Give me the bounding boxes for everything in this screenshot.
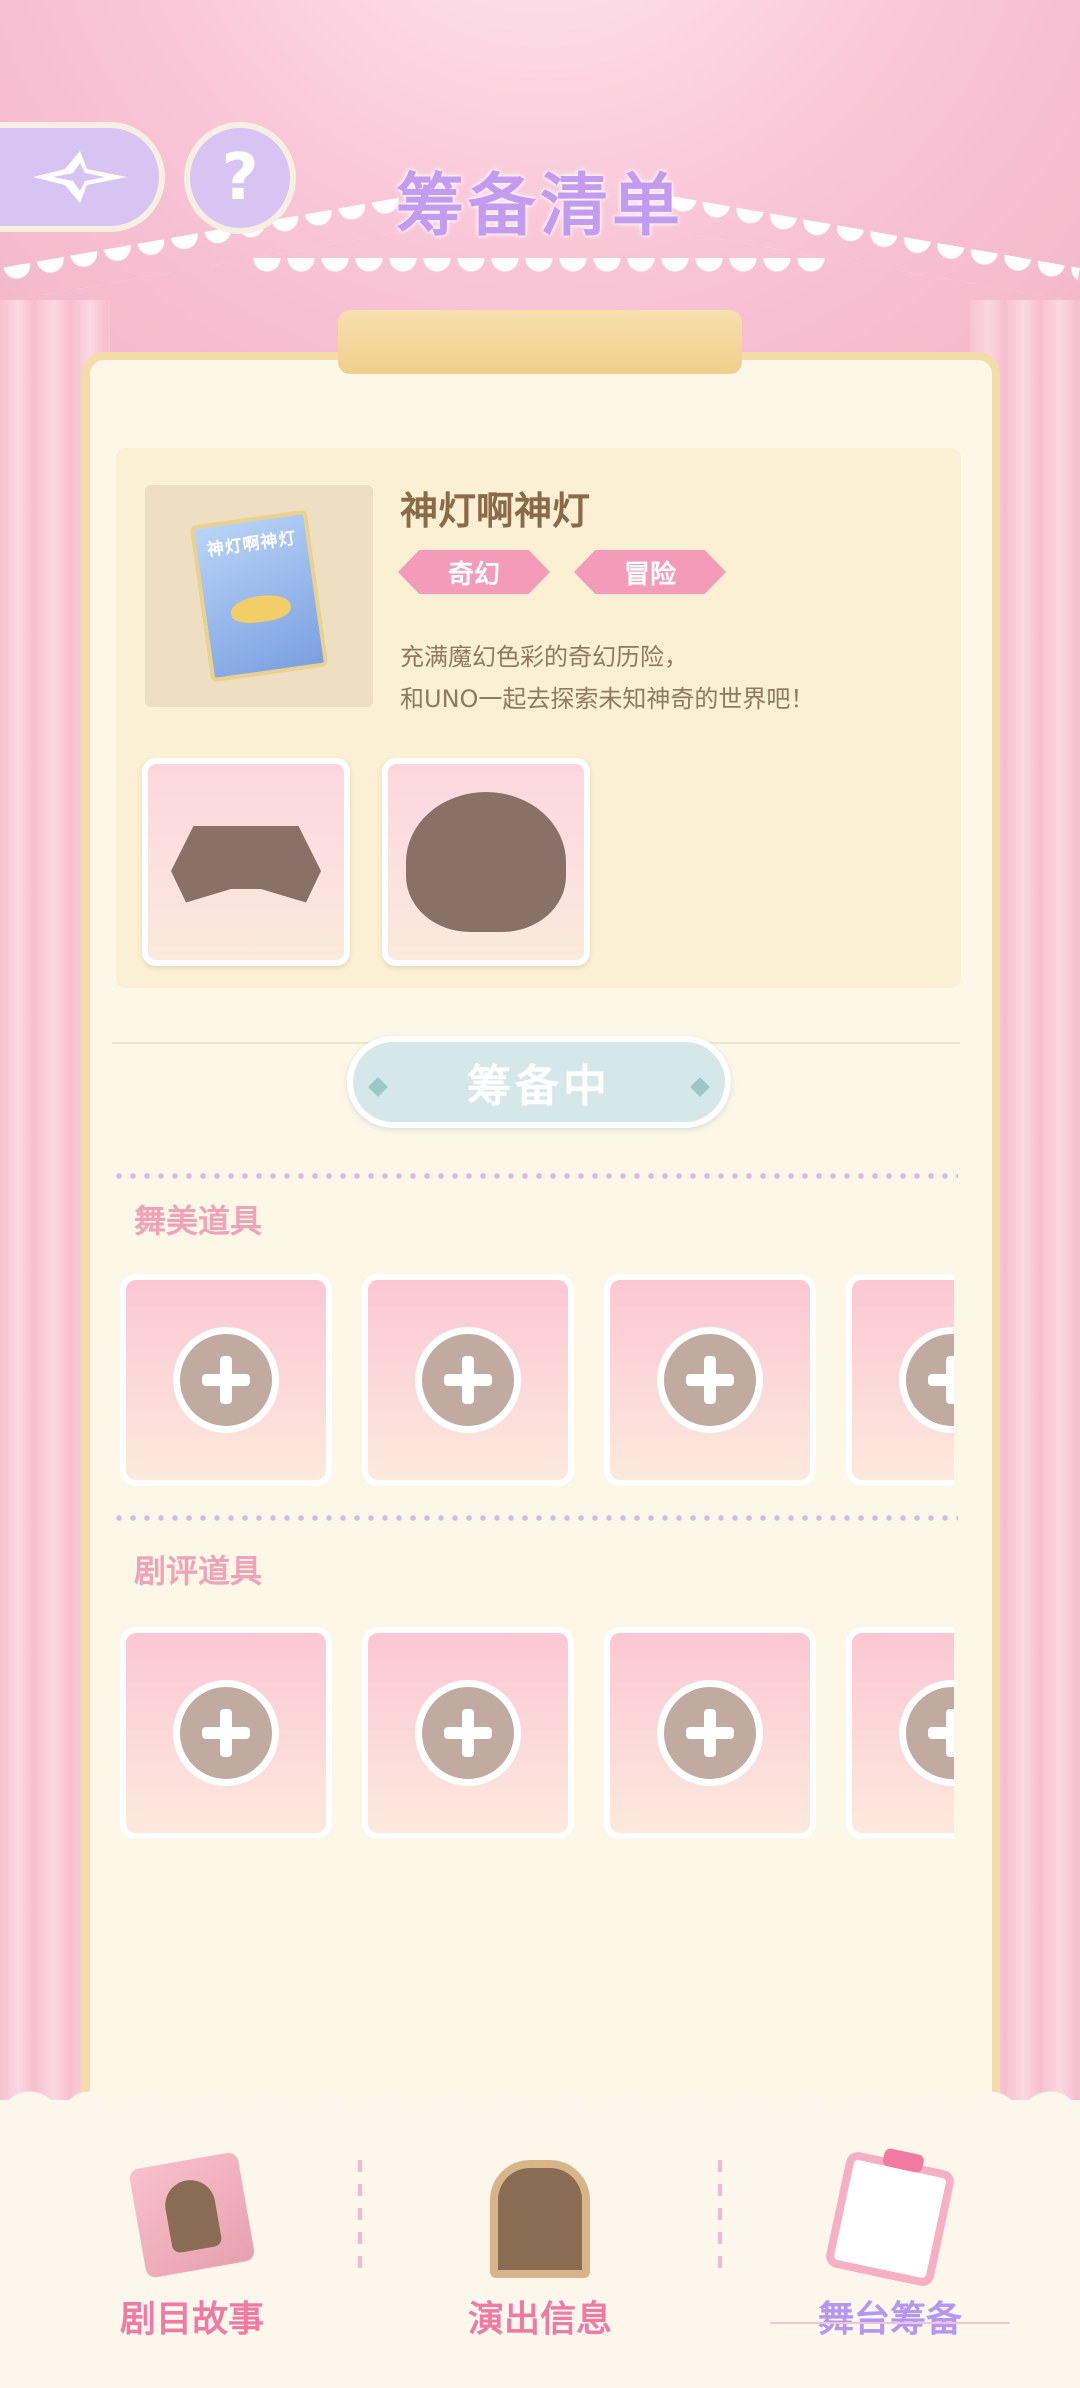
lace-trim-center: [250, 258, 830, 292]
description-line: 和UNO一起去探索未知神奇的世界吧！: [400, 685, 815, 713]
diamond-icon: [368, 1077, 388, 1097]
nav-tab-story[interactable]: 剧目故事: [42, 2151, 342, 2360]
add-stage-prop-slot[interactable]: [362, 1274, 574, 1486]
info-board-icon: [490, 2160, 590, 2278]
section-label-stage-props: 舞美道具: [134, 1202, 263, 1240]
review-props-row: [120, 1627, 954, 1839]
reward-item-slot[interactable]: [382, 758, 590, 966]
active-tab-underline: [770, 2322, 1010, 2324]
plus-icon: [173, 1327, 279, 1433]
plus-icon: [173, 1680, 279, 1786]
add-stage-prop-slot[interactable]: [846, 1274, 954, 1486]
status-button[interactable]: 筹备中: [347, 1036, 731, 1128]
dotted-divider: [112, 1515, 958, 1521]
nav-tab-label: 演出信息: [467, 2299, 612, 2340]
nav-tab-stage-prep[interactable]: 舞台筹备: [740, 2149, 1040, 2360]
nav-tab-label-active: 舞台筹备: [817, 2299, 962, 2340]
locked-hat-silhouette-icon: [406, 792, 566, 932]
add-review-prop-slot[interactable]: [604, 1627, 816, 1839]
add-review-prop-slot[interactable]: [120, 1627, 332, 1839]
page-title: 筹备清单: [395, 167, 684, 246]
nav-tab-performance-info[interactable]: 演出信息: [390, 2160, 690, 2360]
nav-separator: [718, 2160, 722, 2280]
tag-fantasy: 奇幻: [398, 550, 550, 594]
add-stage-prop-slot[interactable]: [120, 1274, 332, 1486]
description-line: 充满魔幻色彩的奇幻历险，: [400, 643, 688, 671]
status-label: 筹备中: [467, 1061, 611, 1112]
book-cover-title: 神灯啊神灯: [205, 528, 298, 561]
story-description: 充满魔幻色彩的奇幻历险， 和UNO一起去探索未知神奇的世界吧！: [400, 636, 814, 720]
plus-icon: [415, 1327, 521, 1433]
plus-icon: [657, 1327, 763, 1433]
locked-top-silhouette-icon: [171, 826, 321, 903]
add-review-prop-slot[interactable]: [362, 1627, 574, 1839]
plus-icon: [415, 1680, 521, 1786]
reward-item-slot[interactable]: [142, 758, 350, 966]
story-book-icon: [128, 2151, 256, 2279]
diamond-icon: [690, 1077, 710, 1097]
add-review-prop-slot[interactable]: [846, 1627, 954, 1839]
magic-lamp-icon: [229, 591, 293, 626]
tag-adventure: 冒险: [574, 550, 726, 594]
nav-separator: [358, 2160, 362, 2280]
plus-icon: [657, 1680, 763, 1786]
section-label-review-props: 剧评道具: [134, 1552, 263, 1590]
stage-props-row: [120, 1274, 954, 1486]
plus-icon: [899, 1327, 954, 1433]
plus-icon: [899, 1680, 954, 1786]
board-tab-ornament: [338, 310, 742, 374]
add-stage-prop-slot[interactable]: [604, 1274, 816, 1486]
dotted-divider: [112, 1173, 958, 1179]
story-title: 神灯啊神灯: [400, 489, 591, 533]
story-cover: 神灯啊神灯: [145, 485, 373, 707]
story-book-icon: 神灯啊神灯: [189, 509, 329, 683]
nav-tab-label: 剧目故事: [119, 2299, 264, 2340]
clipboard-icon: [823, 2149, 957, 2289]
